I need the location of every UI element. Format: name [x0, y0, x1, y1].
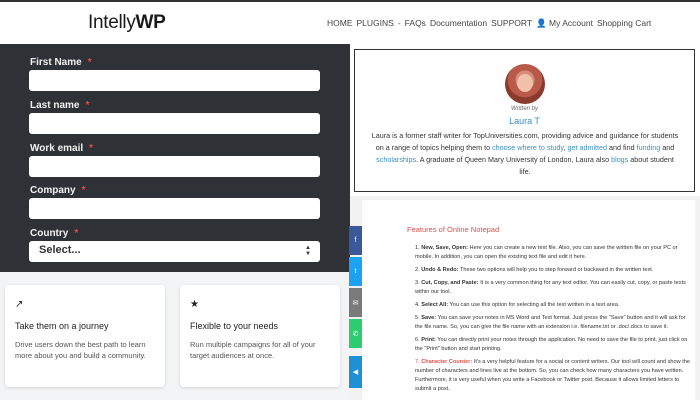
sms-share-button[interactable]: ✆: [349, 319, 362, 348]
email-icon: ✉: [352, 299, 359, 307]
work-email-input[interactable]: [29, 156, 320, 177]
nav-faqs[interactable]: FAQs: [405, 18, 426, 29]
country-label: Country *: [30, 228, 79, 239]
funding-link[interactable]: funding: [637, 143, 661, 152]
country-select[interactable]: Select... ▲ ▼: [29, 241, 320, 262]
nav-home[interactable]: HOME: [327, 18, 353, 29]
trend-icon: ↗: [15, 299, 24, 310]
star-icon: ★: [190, 299, 199, 310]
written-by-label: Written by: [510, 106, 538, 112]
choose-where-to-study-link[interactable]: choose where to study: [492, 143, 563, 152]
sms-icon: ✆: [352, 330, 359, 338]
list-item: 7. Character Counter: It's a very helpfu…: [415, 359, 690, 392]
facebook-share-button[interactable]: f: [349, 226, 362, 255]
work-email-label: Work email *: [30, 143, 94, 154]
list-item: 6. Print: You can directly print your no…: [415, 337, 688, 352]
twitter-icon: t: [354, 268, 357, 275]
company-input[interactable]: [29, 198, 320, 219]
email-share-button[interactable]: ✉: [349, 288, 362, 317]
share-toggle-button[interactable]: ◀: [349, 356, 362, 388]
select-arrows-icon: ▲ ▼: [305, 245, 311, 257]
twitter-share-button[interactable]: t: [349, 257, 362, 286]
page: IntellyWP HOME PLUGINS - FAQs Documentat…: [0, 0, 700, 400]
author-avatar: [505, 64, 545, 104]
country-select-value: Select...: [39, 244, 81, 256]
nav-shopping-cart[interactable]: Shopping Cart: [597, 18, 651, 29]
nav-separator: -: [397, 18, 401, 28]
nav-my-account[interactable]: 👤 My Account: [536, 18, 593, 29]
nav-plugins[interactable]: PLUGINS: [357, 18, 394, 29]
feature-title: Take them on a journey: [15, 321, 109, 331]
first-name-label: First Name *: [30, 57, 92, 68]
list-item: 2. Undo & Redo: These two options will h…: [415, 267, 654, 273]
list-item: 1. New, Save, Open: Here you can create …: [415, 245, 678, 260]
nav-documentation[interactable]: Documentation: [430, 18, 487, 29]
feature-title: Flexible to your needs: [190, 321, 279, 331]
first-name-input[interactable]: [29, 70, 320, 91]
company-label: Company *: [30, 185, 86, 196]
author-bio: Laura is a former staff writer for TopUn…: [371, 131, 679, 176]
notepad-features-title: Features of Online Notepad: [407, 225, 500, 234]
last-name-label: Last name *: [30, 100, 90, 111]
list-item: 4. Select All: You can use this option f…: [415, 302, 620, 308]
last-name-input[interactable]: [29, 113, 320, 134]
facebook-icon: f: [354, 237, 357, 244]
list-item: 5. Save: You can save your notes in MS W…: [415, 315, 686, 330]
chevron-left-icon: ◀: [352, 369, 359, 376]
scholarships-link[interactable]: scholarships: [376, 155, 416, 164]
feature-card-journey: ↗ Take them on a journey Drive users dow…: [5, 285, 165, 387]
feature-description: Drive users down the best path to learn …: [15, 340, 146, 360]
notepad-features-list: 1. New, Save, Open: Here you can create …: [415, 244, 690, 398]
nav-support[interactable]: SUPPORT: [491, 18, 532, 29]
feature-card-flexible: ★ Flexible to your needs Run multiple ca…: [180, 285, 340, 387]
site-logo[interactable]: IntellyWP: [88, 12, 166, 34]
main-nav: HOME PLUGINS - FAQs Documentation SUPPOR…: [327, 18, 651, 29]
blogs-link[interactable]: blogs: [611, 155, 628, 164]
author-name-link[interactable]: Laura T: [354, 116, 695, 126]
site-header: IntellyWP HOME PLUGINS - FAQs Documentat…: [0, 0, 700, 44]
feature-description: Run multiple campaigns for all of your t…: [190, 340, 316, 360]
get-admitted-link[interactable]: get admitted: [567, 143, 607, 152]
list-item: 3. Cut, Copy, and Paste: It is a very co…: [415, 280, 686, 295]
